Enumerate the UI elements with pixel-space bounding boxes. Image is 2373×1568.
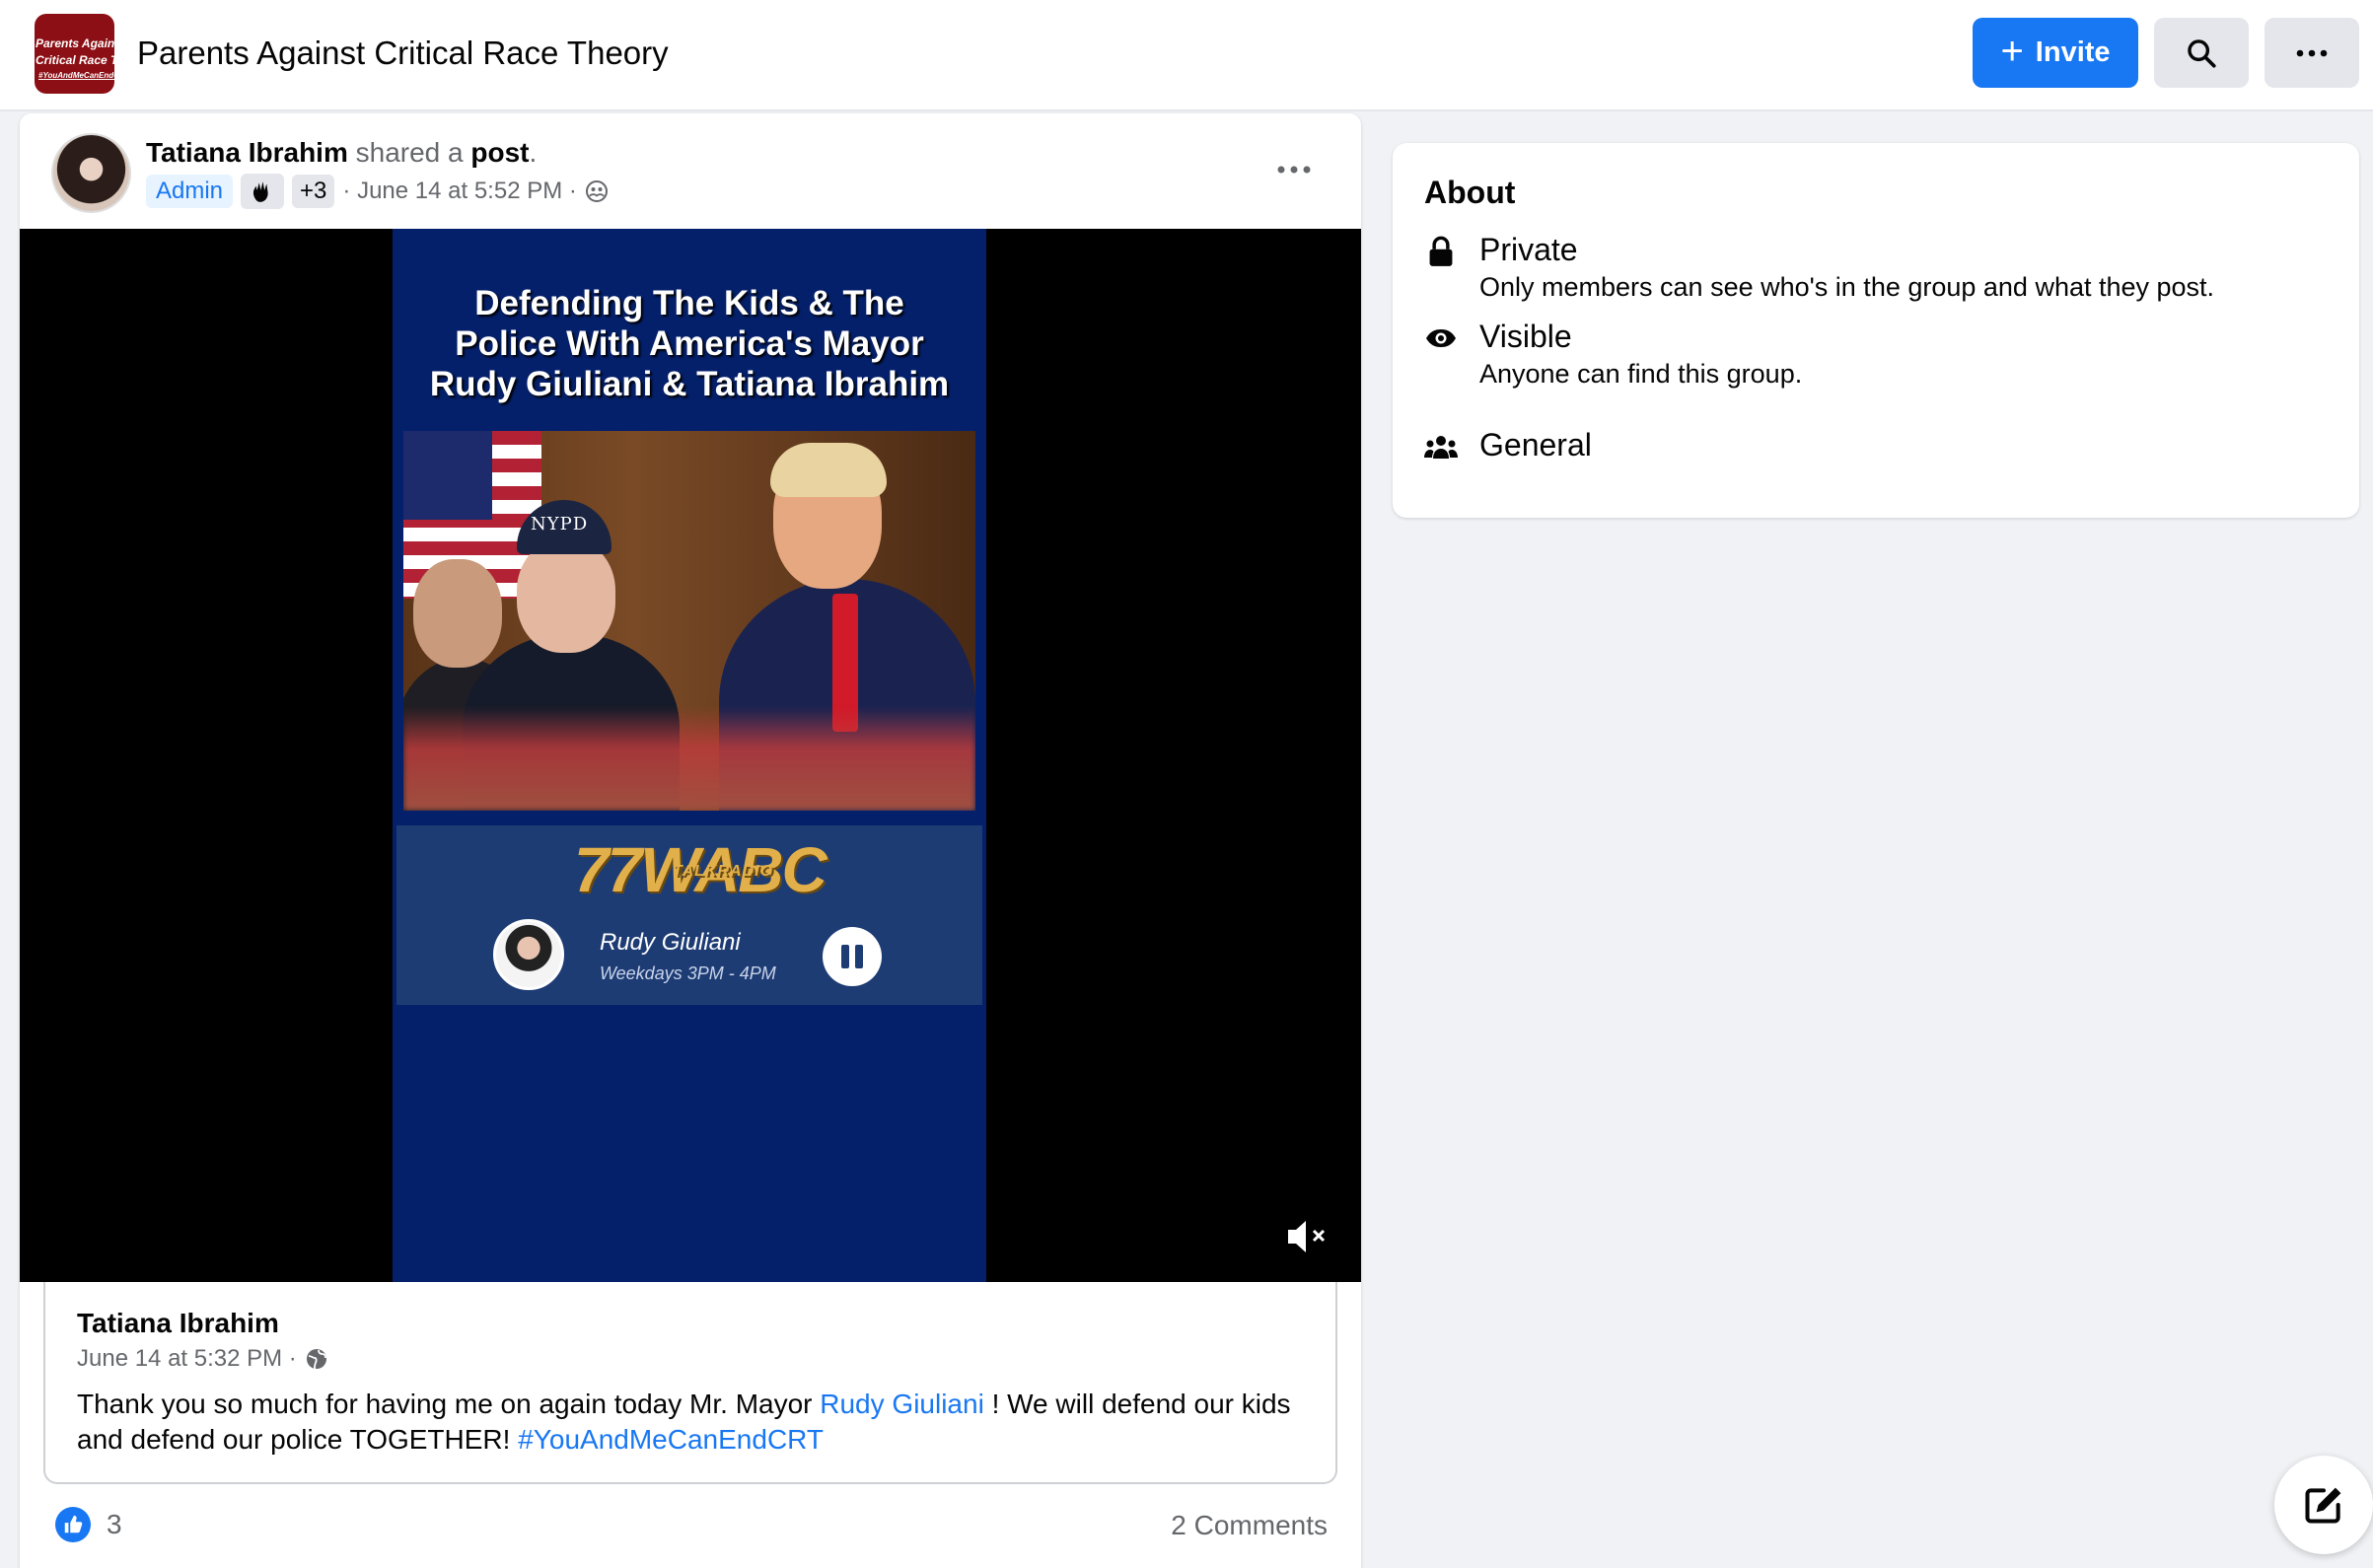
shared-post-link[interactable]: post <box>470 137 529 168</box>
author-avatar[interactable] <box>51 133 131 213</box>
person-left-head <box>413 559 502 668</box>
host-name: Rudy Giuliani <box>600 929 741 956</box>
like-icon <box>55 1507 91 1542</box>
plus-icon: + <box>2000 29 2024 73</box>
about-card: About Private Only members can see who's… <box>1393 143 2359 518</box>
more-badges-count[interactable]: +3 <box>292 175 335 208</box>
post-timestamp[interactable]: · June 14 at 5:52 PM · <box>342 178 576 205</box>
members-icon <box>585 180 608 202</box>
more-horizontal-icon <box>1277 166 1311 174</box>
waving-hand-icon[interactable] <box>241 174 285 209</box>
compose-icon <box>2305 1487 2341 1524</box>
post-meta: Admin +3 · June 14 at 5:52 PM · <box>146 173 609 210</box>
shared-author-name[interactable]: Tatiana Ibrahim <box>77 1308 279 1339</box>
logo-text-line-3: #YouAndMeCanEndCRT <box>38 71 114 80</box>
group-more-button[interactable] <box>2265 18 2359 88</box>
station-number: 77 <box>574 834 642 905</box>
logo-text-line-1: Parents Against <box>36 36 114 50</box>
about-item-desc: Anyone can find this group. <box>1479 359 1803 389</box>
person-right-hair <box>770 443 887 497</box>
people-icon <box>1424 429 1458 464</box>
author-name-link[interactable]: Tatiana Ibrahim <box>146 137 348 168</box>
cap-text: NYPD <box>531 514 589 535</box>
flag-canton <box>403 431 492 520</box>
more-horizontal-icon <box>2296 49 2328 56</box>
wabc-logo: 77WABC TALKRADIO <box>574 838 827 901</box>
author-line-period: . <box>529 137 538 168</box>
crowd <box>403 707 975 811</box>
pause-icon <box>823 927 882 986</box>
about-item-visible: Visible Anyone can find this group. <box>1424 317 1802 392</box>
invite-label: Invite <box>2035 36 2111 68</box>
compose-button[interactable] <box>2274 1456 2373 1554</box>
shared-timestamp[interactable]: June 14 at 5:32 PM · <box>77 1345 297 1373</box>
comments-count-link[interactable]: 2 Comments <box>1171 1510 1328 1541</box>
mention-link[interactable]: Rudy Giuliani <box>820 1389 984 1419</box>
shared-post-text: Thank you so much for having me on again… <box>77 1387 1310 1458</box>
person-center-head <box>517 539 615 653</box>
reaction-count: 3 <box>107 1509 122 1539</box>
about-item-private: Private Only members can see who's in th… <box>1424 230 2214 305</box>
about-item-title: Private <box>1479 232 1578 267</box>
group-logo[interactable]: Parents Against Critical Race Theory #Yo… <box>35 14 114 94</box>
video-frame: Defending The Kids & The Police With Amer… <box>393 229 986 1282</box>
shared-post-meta: June 14 at 5:32 PM · <box>77 1345 328 1373</box>
about-item-general: General <box>1424 425 1592 464</box>
group-title[interactable]: Parents Against Critical Race Theory <box>137 33 669 74</box>
shared-post-box[interactable]: Tatiana Ibrahim June 14 at 5:32 PM · Tha… <box>43 1282 1337 1484</box>
logo-text-line-2: Critical Race Theory <box>36 53 114 67</box>
shared-text-part-1: Thank you so much for having me on again… <box>77 1389 821 1419</box>
video-photo: NYPD <box>403 431 975 811</box>
eye-icon <box>1424 321 1458 356</box>
search-button[interactable] <box>2154 18 2249 88</box>
search-icon <box>2188 38 2216 68</box>
muted-speaker-icon[interactable] <box>1284 1215 1333 1258</box>
lock-icon <box>1424 234 1458 269</box>
reactions-summary[interactable]: 3 <box>55 1507 122 1542</box>
about-item-desc: Only members can see who's in the group … <box>1479 272 2215 302</box>
action-text: shared a <box>355 137 464 168</box>
admin-badge[interactable]: Admin <box>146 175 234 208</box>
globe-icon <box>306 1349 326 1370</box>
about-item-title: Visible <box>1479 319 1572 354</box>
host-avatar <box>493 919 564 990</box>
invite-button[interactable]: + Invite <box>1973 18 2138 88</box>
video-player[interactable]: Defending The Kids & The Police With Amer… <box>20 229 1361 1282</box>
video-headline: Defending The Kids & The Police With Amer… <box>429 284 950 403</box>
host-schedule: Weekdays 3PM - 4PM <box>600 963 776 983</box>
about-item-title: General <box>1479 427 1592 463</box>
radio-banner: 77WABC TALKRADIO Rudy Giuliani Weekdays … <box>396 825 982 1005</box>
station-sub: TALKRADIO <box>673 863 774 880</box>
group-header: Parents Against Critical Race Theory #Yo… <box>0 0 2373 111</box>
about-title: About <box>1424 175 1516 210</box>
post-author-line: Tatiana Ibrahim shared a post. <box>146 135 537 171</box>
post-options-button[interactable] <box>1272 155 1316 184</box>
hashtag-link[interactable]: #YouAndMeCanEndCRT <box>518 1424 824 1455</box>
post-card: Tatiana Ibrahim shared a post. Admin +3 … <box>20 113 1361 1568</box>
